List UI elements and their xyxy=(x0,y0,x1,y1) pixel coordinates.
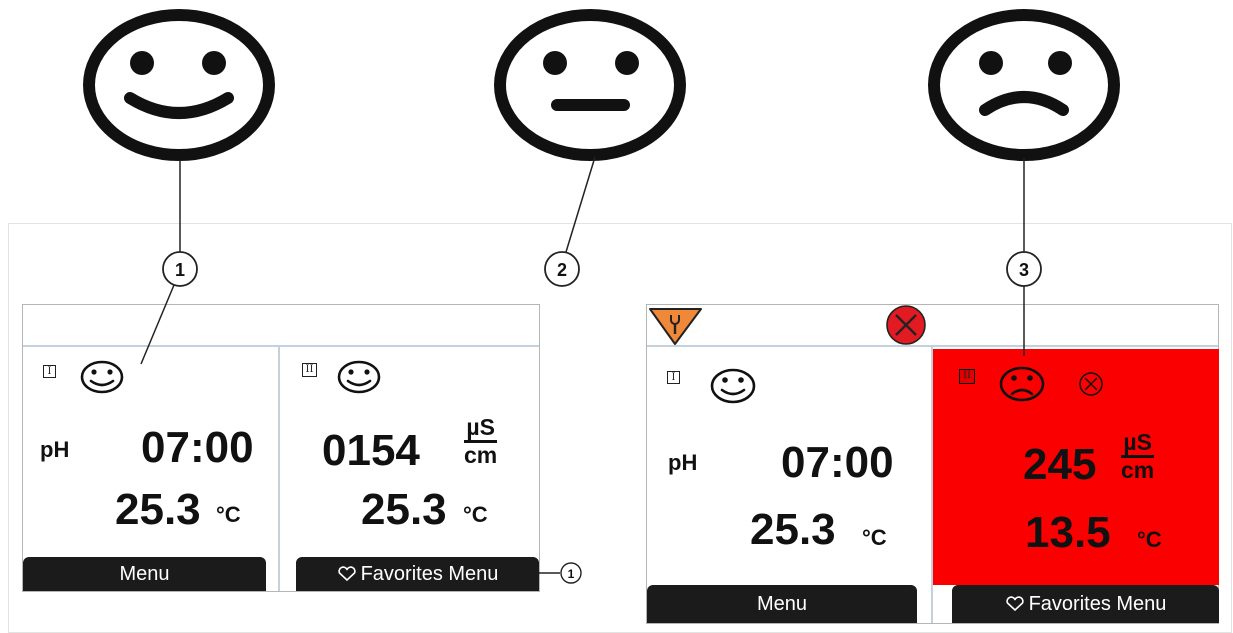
happy-face-icon xyxy=(83,9,275,161)
callout-3: 3 xyxy=(1006,251,1042,287)
failure-x-icon xyxy=(1079,372,1103,396)
happy-face-icon xyxy=(337,360,381,394)
callout-2: 2 xyxy=(544,251,580,287)
diagram-overlay: 1 2 3 1 xyxy=(80,9,1120,584)
wrench-warning-icon xyxy=(649,308,702,345)
happy-face-icon xyxy=(710,368,756,404)
callout-number: 1 xyxy=(568,567,575,581)
sad-face-icon xyxy=(928,9,1120,161)
neutral-face-icon xyxy=(494,9,686,161)
failure-x-icon xyxy=(886,305,926,345)
callout-1-small: 1 xyxy=(560,562,582,584)
happy-face-icon xyxy=(80,360,124,394)
callout-number: 2 xyxy=(557,260,567,280)
connector-line xyxy=(565,156,596,253)
callout-1: 1 xyxy=(162,251,198,287)
connector-line xyxy=(140,284,175,365)
sad-face-icon xyxy=(999,366,1045,402)
callout-number: 3 xyxy=(1019,260,1029,280)
callout-number: 1 xyxy=(175,260,185,280)
